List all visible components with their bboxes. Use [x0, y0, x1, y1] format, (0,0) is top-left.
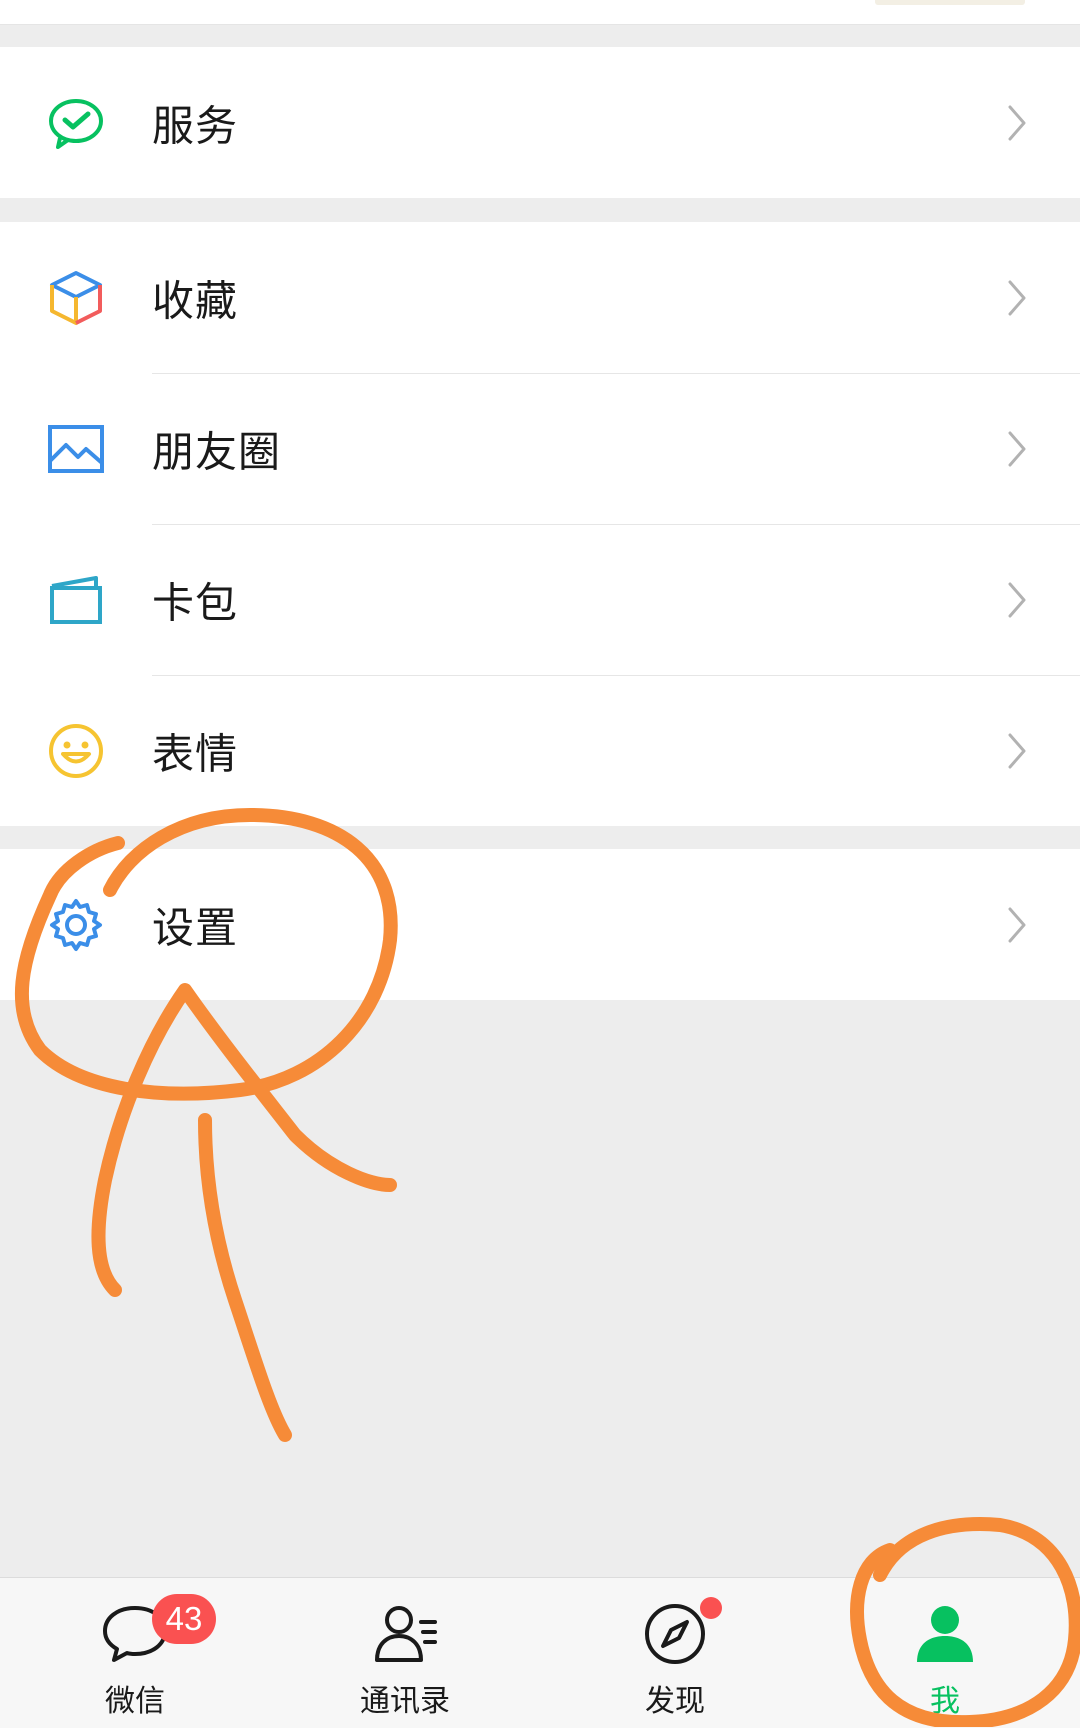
- settings-gear-icon: [46, 895, 106, 955]
- menu-item-label: 朋友圈: [152, 427, 282, 476]
- me-person-icon: [909, 1598, 981, 1670]
- unread-count-badge: 43: [152, 1594, 216, 1644]
- profile-header-edge: [0, 0, 1080, 25]
- menu-item-services[interactable]: 服务: [0, 47, 1080, 198]
- tab-me[interactable]: 我: [810, 1578, 1080, 1728]
- chevron-right-icon: [1006, 731, 1028, 771]
- menu-item-stickers[interactable]: 表情: [0, 675, 1080, 826]
- sticker-smiley-icon: [46, 721, 106, 781]
- chevron-right-icon: [1006, 429, 1028, 469]
- tab-contacts[interactable]: 通讯录: [270, 1578, 540, 1728]
- menu-item-settings[interactable]: 设置: [0, 849, 1080, 1000]
- wechat-pay-service-icon: [46, 93, 106, 153]
- tab-discover[interactable]: 发现: [540, 1578, 810, 1728]
- bottom-tab-bar: 43 微信 通讯录 发现 我: [0, 1577, 1080, 1728]
- menu-item-label: 服务: [152, 101, 239, 150]
- moments-picture-icon: [46, 419, 106, 479]
- discover-new-dot: [700, 1597, 722, 1619]
- card-wallet-icon: [46, 570, 106, 630]
- contacts-icon: [369, 1598, 441, 1670]
- tab-label: 通讯录: [360, 1684, 450, 1719]
- tab-label: 微信: [105, 1684, 165, 1719]
- chevron-right-icon: [1006, 103, 1028, 143]
- menu-item-label: 设置: [152, 903, 239, 952]
- menu-item-label: 卡包: [152, 578, 239, 627]
- menu-item-label: 表情: [152, 729, 239, 778]
- tab-label: 我: [930, 1684, 960, 1719]
- menu-group-settings: 设置: [0, 849, 1080, 1000]
- menu-group-services: 服务: [0, 47, 1080, 198]
- menu-item-moments[interactable]: 朋友圈: [0, 373, 1080, 524]
- menu-item-card-wallet[interactable]: 卡包: [0, 524, 1080, 675]
- menu-group-tools: 收藏 朋友圈 卡包 表情: [0, 222, 1080, 826]
- chevron-right-icon: [1006, 580, 1028, 620]
- chevron-right-icon: [1006, 905, 1028, 945]
- chevron-right-icon: [1006, 278, 1028, 318]
- tab-label: 发现: [645, 1684, 705, 1719]
- profile-header-peek: [875, 0, 1025, 5]
- tab-chats[interactable]: 43 微信: [0, 1578, 270, 1728]
- favorites-cube-icon: [46, 268, 106, 328]
- me-page: 服务 收藏 朋友圈 卡包 表情 设置 43 微信 通讯录 发现 我: [0, 0, 1080, 1728]
- menu-item-favorites[interactable]: 收藏: [0, 222, 1080, 373]
- menu-item-label: 收藏: [152, 276, 239, 325]
